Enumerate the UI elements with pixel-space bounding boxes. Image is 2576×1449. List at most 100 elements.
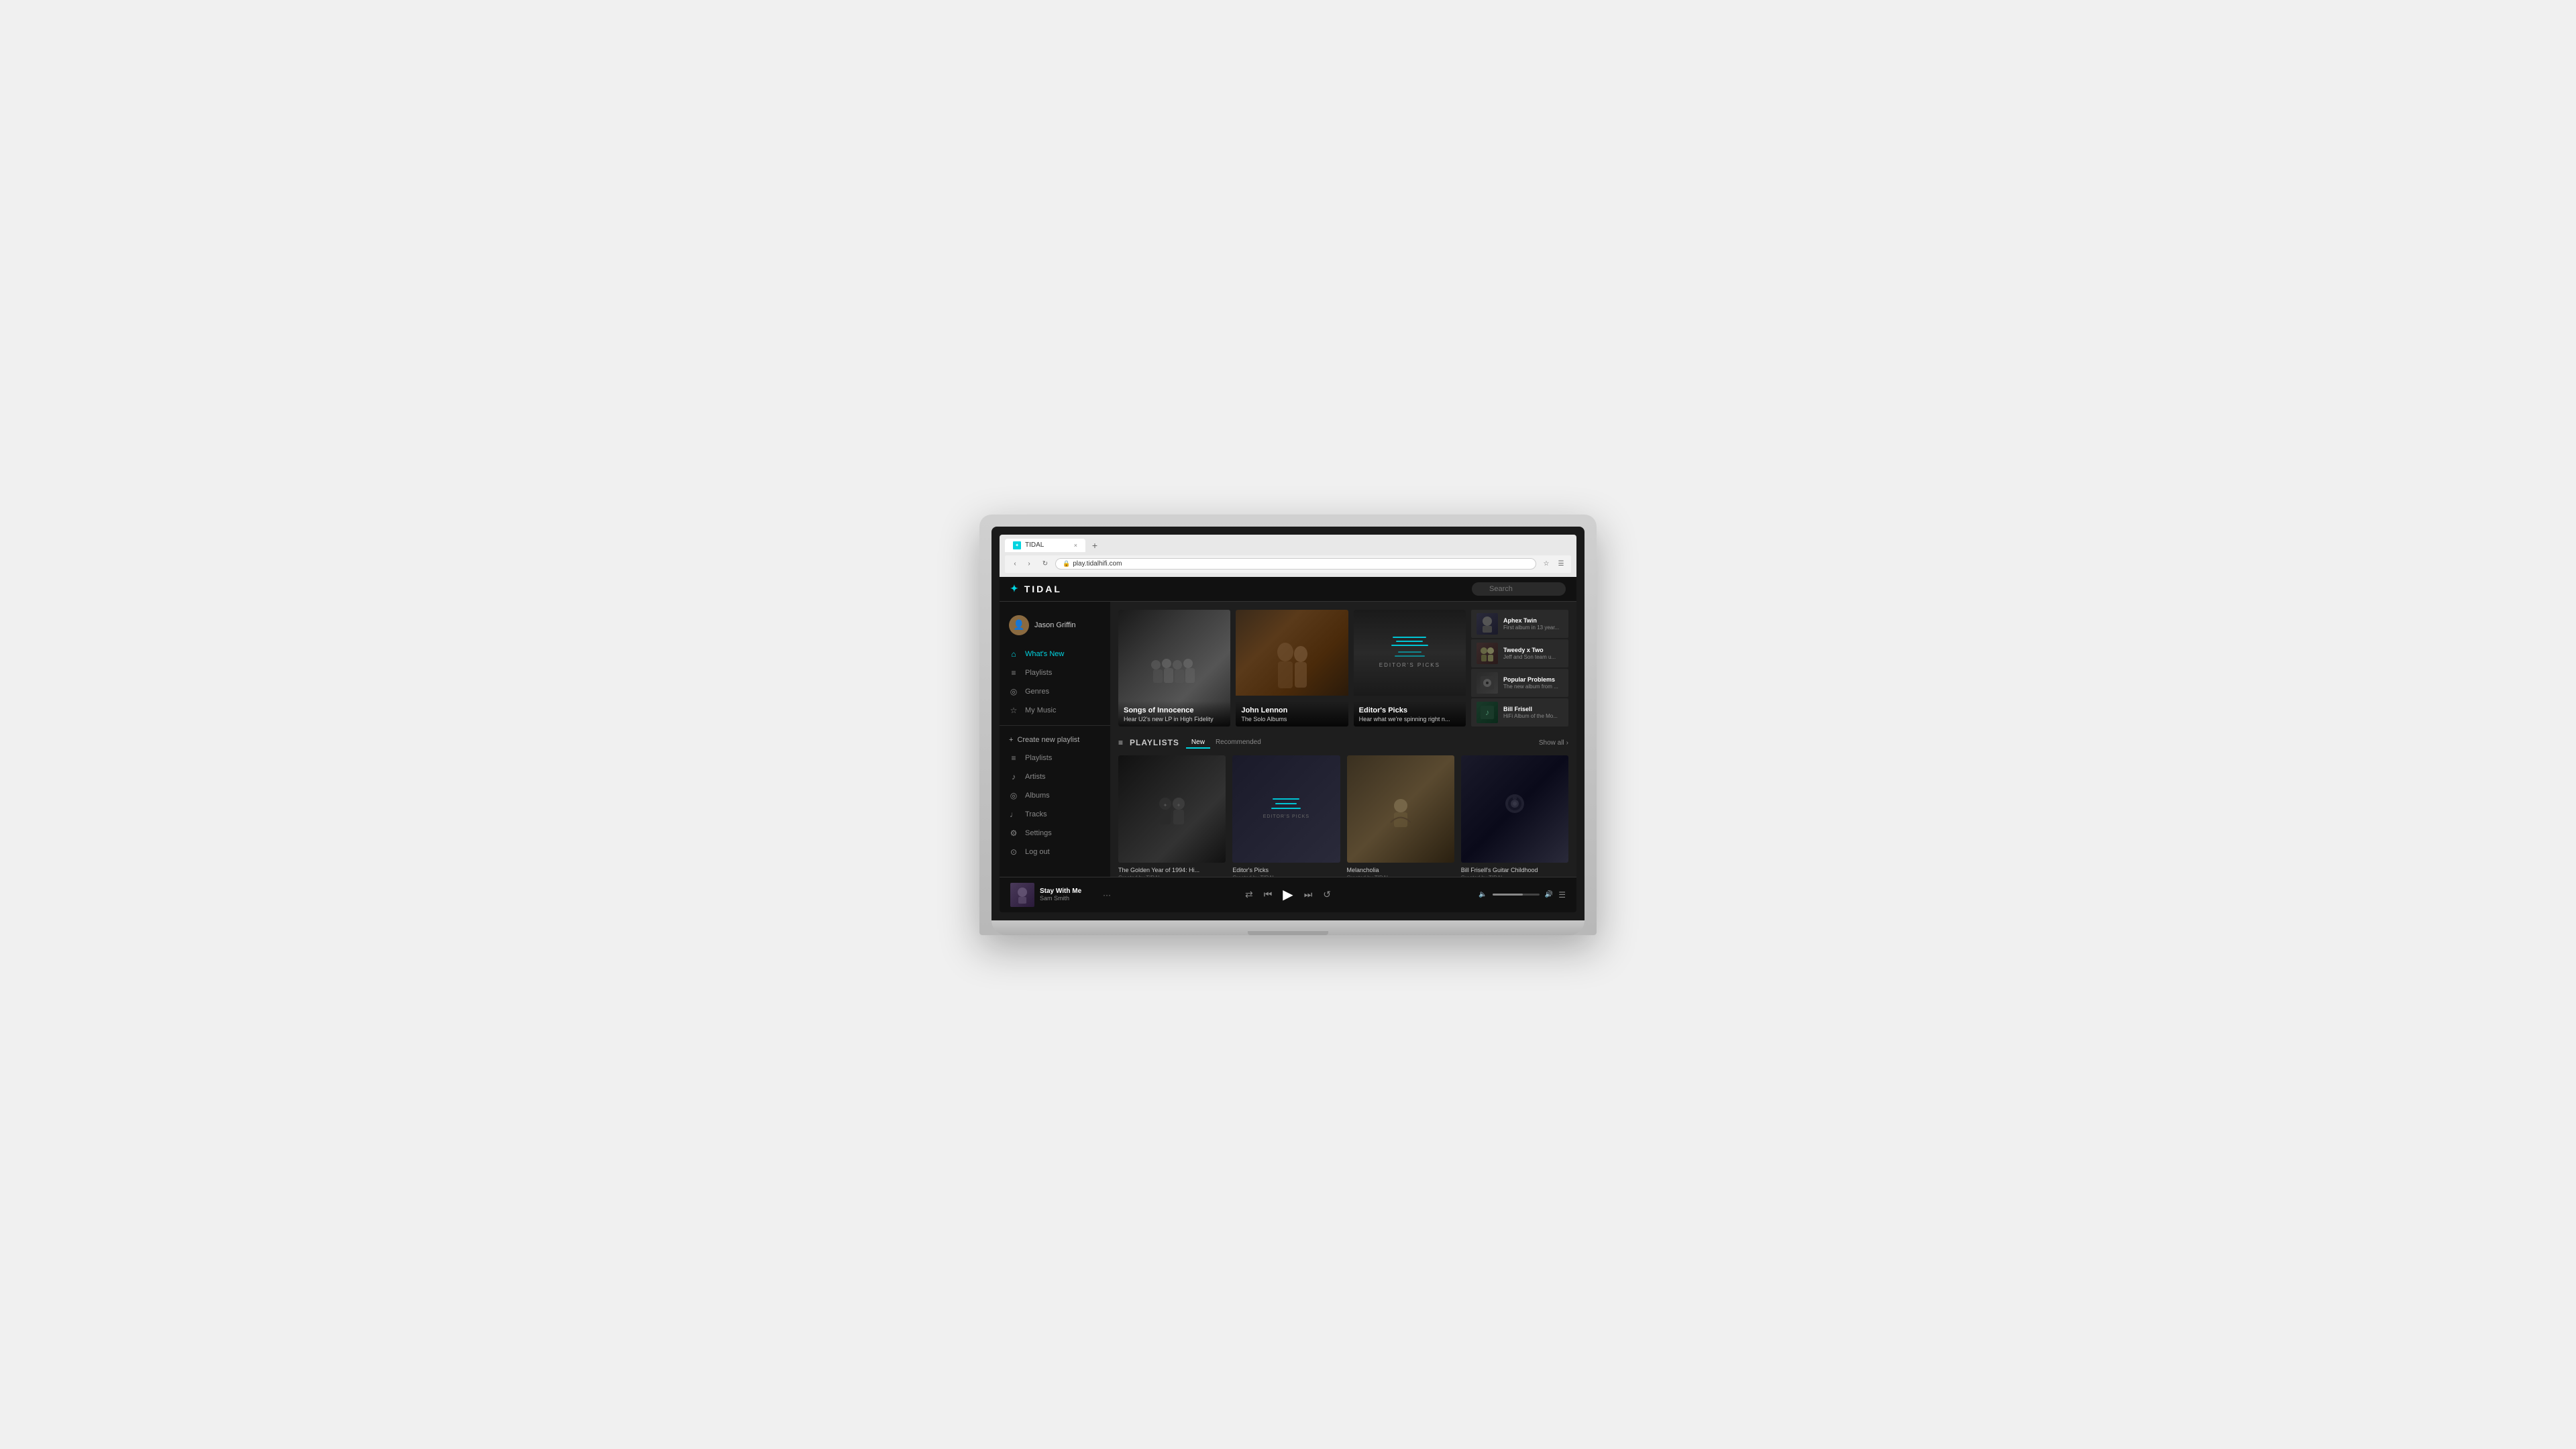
forward-button[interactable]: ›	[1023, 558, 1035, 570]
melancholia-thumb	[1347, 755, 1454, 863]
playlists-lib-icon: ≡	[1009, 753, 1018, 763]
sidebar-item-playlists-lib[interactable]: ≡ Playlists	[1000, 749, 1110, 767]
tidal-favicon: ✦	[1013, 541, 1021, 549]
editors-picks-image: EDITOR'S PICKS	[1354, 610, 1466, 696]
logout-icon: ⊙	[1009, 847, 1018, 857]
laptop-wrapper: ✦ TIDAL × + ‹ › ↻	[979, 515, 1597, 935]
editors-picks-title: Editor's Picks	[1359, 706, 1460, 714]
queue-icon[interactable]: ☰	[1558, 890, 1566, 900]
sidebar-card-aphex-twin[interactable]: Aphex Twin First album in 13 year...	[1471, 610, 1568, 638]
my-music-icon: ☆	[1009, 706, 1018, 715]
sidebar-playlists-lib-label: Playlists	[1025, 754, 1052, 762]
search-input[interactable]	[1472, 582, 1566, 596]
sidebar-playlists-label: Playlists	[1025, 669, 1052, 677]
playlist-card-bill-frisell-guitar[interactable]: Bill Frisell's Guitar Childhood Created …	[1461, 755, 1568, 877]
sidebar-item-albums[interactable]: ◎ Albums	[1000, 786, 1110, 805]
bill-frisell-thumb: ♪	[1477, 702, 1498, 723]
browser-tab-tidal[interactable]: ✦ TIDAL ×	[1005, 539, 1085, 552]
sidebar: 👤 Jason Griffin ⌂ What's New ≡ Playlists	[1000, 602, 1110, 877]
sidebar-tracks-label: Tracks	[1025, 810, 1047, 818]
shuffle-button[interactable]: ⇄	[1245, 889, 1253, 900]
featured-card-editors-picks[interactable]: EDITOR'S PICKS Editor's Picks Hear what …	[1354, 610, 1466, 727]
show-all-button[interactable]: Show all ›	[1539, 739, 1568, 747]
editors-picks-overlay: Editor's Picks Hear what we're spinning …	[1354, 701, 1466, 727]
sidebar-whats-new-label: What's New	[1025, 650, 1064, 658]
bookmark-button[interactable]: ☆	[1540, 558, 1552, 570]
back-button[interactable]: ‹	[1009, 558, 1021, 570]
featured-card-songs-of-innocence[interactable]: Songs of Innocence Hear U2's new LP in H…	[1118, 610, 1230, 727]
playlists-icon: ≡	[1009, 668, 1018, 678]
john-lennon-image	[1236, 610, 1348, 696]
john-lennon-overlay: John Lennon The Solo Albums	[1236, 701, 1348, 727]
menu-button[interactable]: ☰	[1555, 558, 1567, 570]
home-icon: ⌂	[1009, 649, 1018, 659]
tweedy-info: Tweedy x Two Jeff and Son team u...	[1503, 647, 1563, 660]
user-name: Jason Griffin	[1034, 621, 1076, 629]
search-wrapper: 🔍	[1472, 582, 1566, 596]
tab-new[interactable]: New	[1186, 737, 1210, 749]
playlist-card-melancholia[interactable]: Melancholia Created by TIDAL	[1347, 755, 1454, 877]
browser-toolbar: ‹ › ↻ 🔒 play.tidalhifi.com ☆ ☰	[1005, 555, 1571, 573]
sidebar-item-settings[interactable]: ⚙ Settings	[1000, 824, 1110, 843]
playlists-section-icon: ≡	[1118, 738, 1123, 747]
playlist-card-golden-year[interactable]: ✦ ✦ The Golden Year of 1994: Hi... Creat…	[1118, 755, 1226, 877]
now-playing: Stay With Me Sam Smith ···	[1010, 883, 1111, 907]
volume-fill	[1493, 894, 1523, 896]
john-lennon-title: John Lennon	[1241, 706, 1342, 714]
popular-problems-thumb	[1477, 672, 1498, 694]
next-button[interactable]: ⏭	[1304, 889, 1313, 900]
sidebar-item-artists[interactable]: ♪ Artists	[1000, 767, 1110, 786]
aphex-twin-subtitle: First album in 13 year...	[1503, 625, 1563, 631]
player-controls: ⇄ ⏮ ▶ ⏭ ↺	[1245, 886, 1331, 903]
section-title-group: ≡ PLAYLISTS New Recommended	[1118, 737, 1267, 749]
repeat-button[interactable]: ↺	[1323, 889, 1331, 900]
artists-icon: ♪	[1009, 772, 1018, 782]
sidebar-card-bill-frisell[interactable]: ♪ Bill Frisell HiFi Album of the Mo...	[1471, 698, 1568, 727]
bill-frisell-guitar-title: Bill Frisell's Guitar Childhood	[1461, 867, 1568, 873]
sidebar-item-playlists[interactable]: ≡ Playlists	[1000, 663, 1110, 682]
app-header: ✦ TIDAL 🔍	[1000, 577, 1576, 602]
sidebar-card-tweedy[interactable]: Tweedy x Two Jeff and Son team u...	[1471, 639, 1568, 667]
sidebar-card-popular-problems[interactable]: Popular Problems The new album from ...	[1471, 669, 1568, 697]
browser-nav-buttons: ‹ ›	[1009, 558, 1035, 570]
featured-sidebar-cards: Aphex Twin First album in 13 year...	[1471, 610, 1568, 727]
sidebar-item-logout[interactable]: ⊙ Log out	[1000, 843, 1110, 861]
sidebar-my-music-label: My Music	[1025, 706, 1056, 714]
sidebar-genres-label: Genres	[1025, 688, 1049, 696]
more-options-button[interactable]: ···	[1103, 890, 1111, 900]
john-lennon-subtitle: The Solo Albums	[1241, 716, 1342, 722]
sidebar-item-tracks[interactable]: ♩ Tracks	[1000, 805, 1110, 824]
laptop-hinge	[1248, 931, 1328, 935]
tweedy-thumb	[1477, 643, 1498, 664]
featured-card-john-lennon[interactable]: John Lennon The Solo Albums	[1236, 610, 1348, 727]
now-playing-info: Stay With Me Sam Smith	[1040, 888, 1093, 902]
new-tab-button[interactable]: +	[1088, 539, 1102, 552]
sidebar-item-my-music[interactable]: ☆ My Music	[1000, 701, 1110, 720]
settings-icon: ⚙	[1009, 828, 1018, 838]
sidebar-item-genres[interactable]: ◎ Genres	[1000, 682, 1110, 701]
address-bar[interactable]: 🔒 play.tidalhifi.com	[1055, 558, 1536, 570]
refresh-button[interactable]: ↻	[1039, 558, 1051, 570]
volume-bar[interactable]	[1493, 894, 1540, 896]
app-container: ✦ TIDAL 🔍 👤	[1000, 577, 1576, 912]
playlist-card-editors-picks[interactable]: EDITOR'S PICKS Editor's Picks Created by…	[1232, 755, 1340, 877]
browser-chrome: ✦ TIDAL × + ‹ › ↻	[1000, 535, 1576, 577]
browser-actions: ☆ ☰	[1540, 558, 1567, 570]
bill-frisell-guitar-thumb	[1461, 755, 1568, 863]
popular-problems-title: Popular Problems	[1503, 676, 1563, 683]
tab-recommended[interactable]: Recommended	[1210, 737, 1267, 749]
svg-text:✦: ✦	[1177, 802, 1181, 808]
tab-close-button[interactable]: ×	[1074, 542, 1077, 549]
ssl-lock-icon: 🔒	[1063, 560, 1070, 568]
prev-button[interactable]: ⏮	[1264, 889, 1273, 900]
tweedy-subtitle: Jeff and Son team u...	[1503, 654, 1563, 660]
play-pause-button[interactable]: ▶	[1283, 886, 1293, 903]
svg-text:✦: ✦	[1163, 802, 1168, 808]
show-all-chevron-icon: ›	[1566, 739, 1568, 747]
screen: ✦ TIDAL × + ‹ › ↻	[1000, 535, 1576, 912]
sidebar-item-whats-new[interactable]: ⌂ What's New	[1000, 645, 1110, 663]
tidal-logo: ✦ TIDAL	[1010, 583, 1062, 594]
aphex-twin-title: Aphex Twin	[1503, 617, 1563, 624]
create-playlist-button[interactable]: + Create new playlist	[1000, 731, 1110, 749]
main-content: Songs of Innocence Hear U2's new LP in H…	[1110, 602, 1576, 877]
